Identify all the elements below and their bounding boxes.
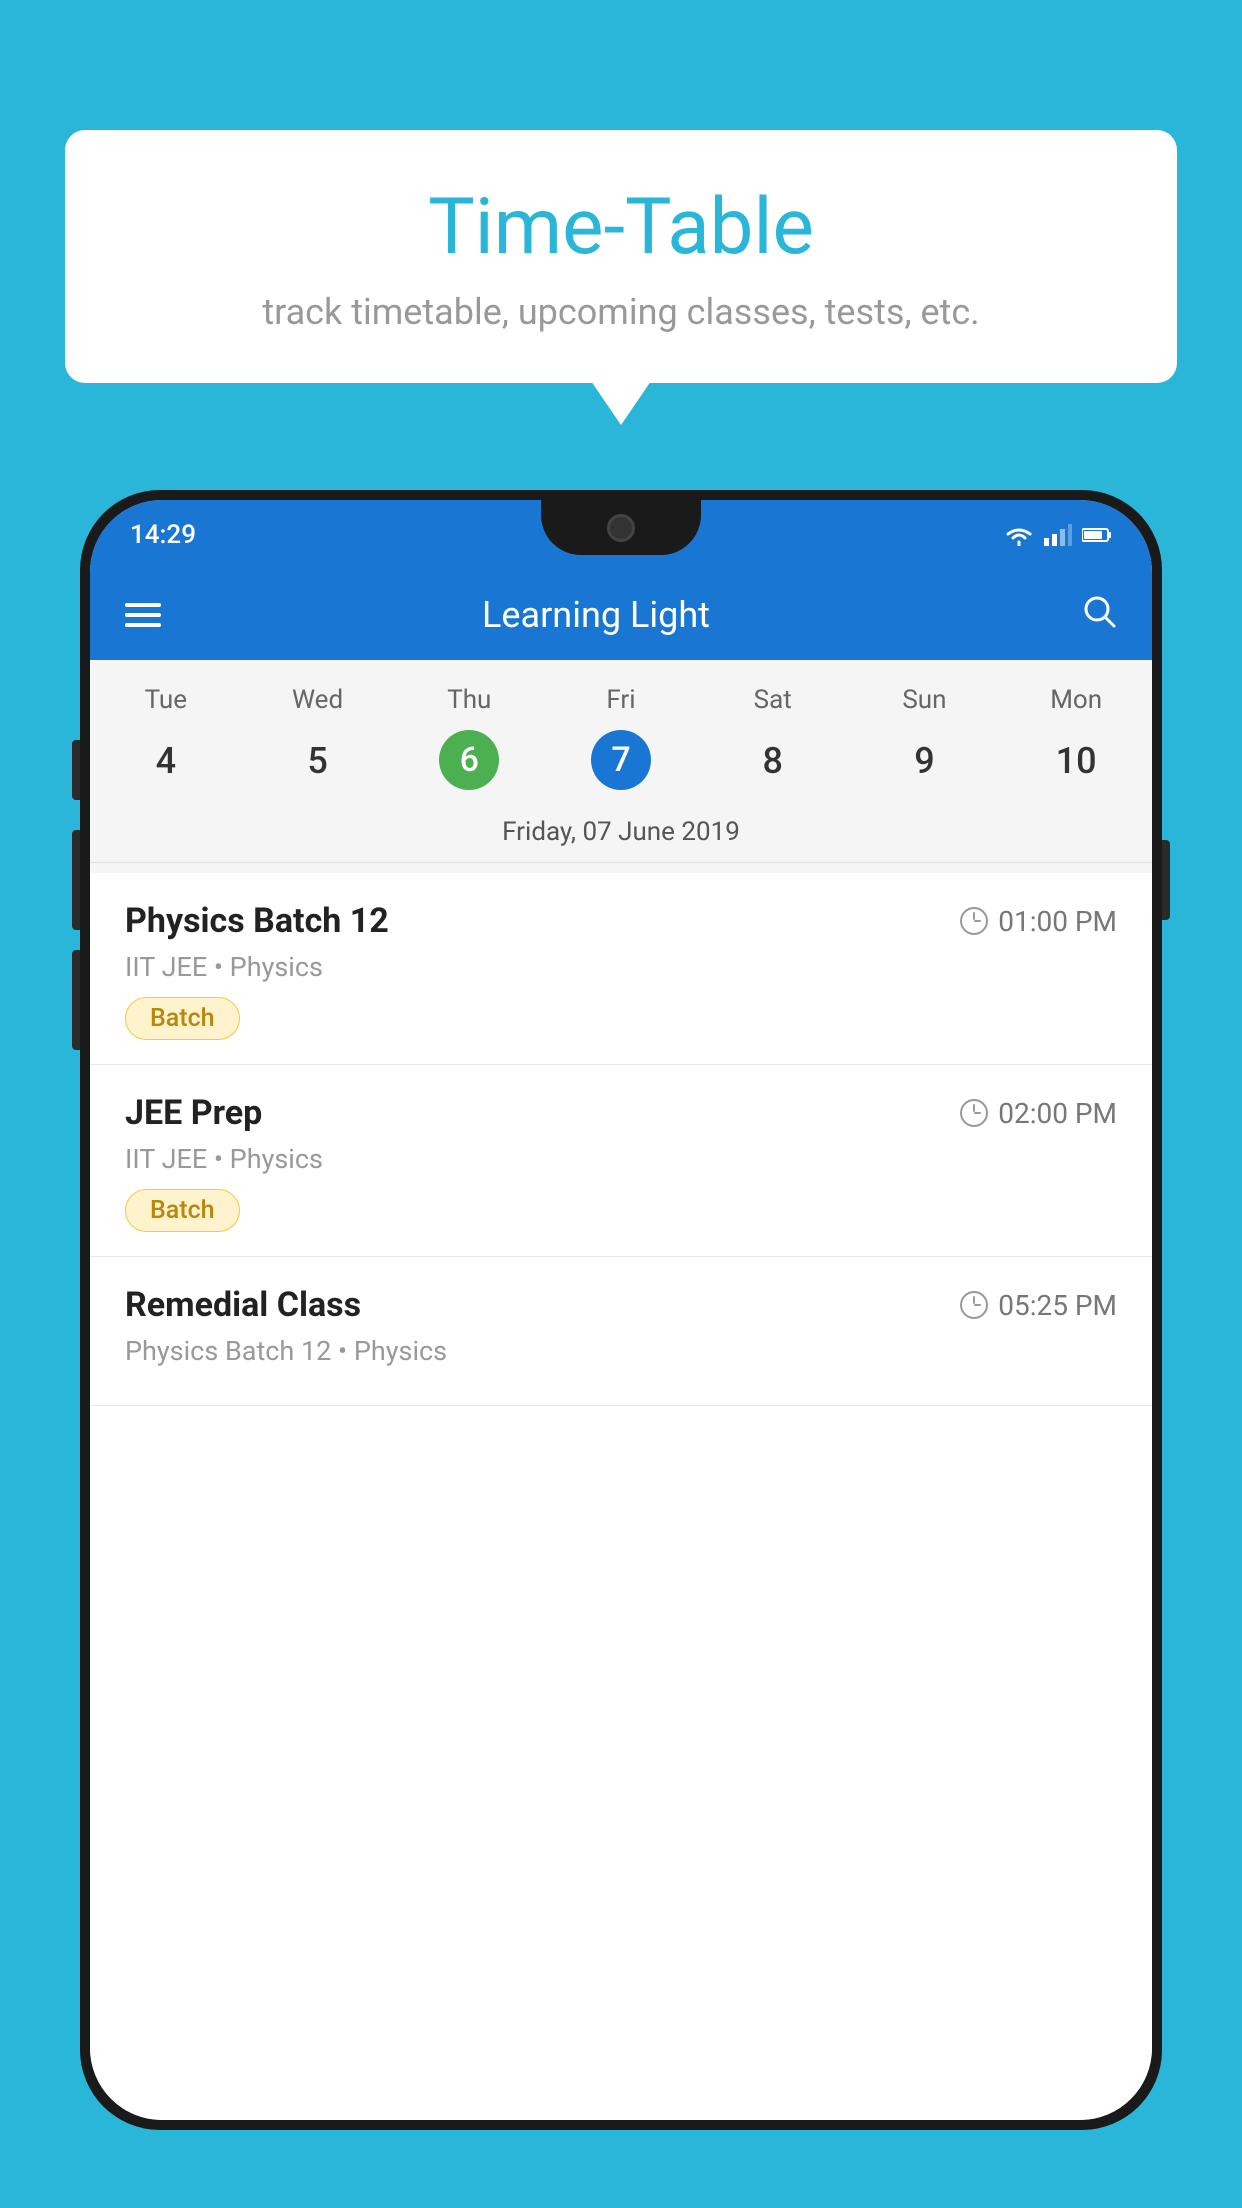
battery-icon — [1082, 527, 1112, 543]
phone-container: 14:29 — [80, 490, 1162, 2208]
app-toolbar: Learning Light — [90, 570, 1152, 660]
volume-button-right — [1162, 840, 1170, 920]
schedule-item-3-subtitle: Physics Batch 12 • Physics — [125, 1335, 1117, 1367]
schedule-item-1[interactable]: Physics Batch 12 01:00 PM IIT JEE • Phys… — [90, 873, 1152, 1065]
volume-up-button — [72, 830, 80, 930]
day-numbers: 4 5 6 7 8 9 10 — [90, 730, 1152, 792]
day-headers: Tue Wed Thu Fri Sat Sun Mon — [90, 680, 1152, 720]
schedule-list: Physics Batch 12 01:00 PM IIT JEE • Phys… — [90, 873, 1152, 2120]
status-bar: 14:29 — [90, 500, 1152, 570]
power-button — [72, 740, 80, 800]
day-6-today[interactable]: 6 — [439, 730, 499, 790]
speech-bubble: Time-Table track timetable, upcoming cla… — [65, 130, 1177, 383]
menu-button[interactable] — [125, 603, 161, 627]
wifi-icon — [1004, 524, 1034, 546]
day-header-sat: Sat — [697, 680, 849, 720]
phone-outer: 14:29 — [80, 490, 1162, 2130]
schedule-item-1-time: 01:00 PM — [960, 905, 1117, 938]
schedule-item-2-badge: Batch — [125, 1189, 240, 1232]
schedule-item-1-badge: Batch — [125, 997, 240, 1040]
bubble-subtitle: track timetable, upcoming classes, tests… — [105, 291, 1137, 333]
schedule-item-1-subtitle: IIT JEE • Physics — [125, 951, 1117, 983]
day-header-mon: Mon — [1000, 680, 1152, 720]
schedule-item-2-subtitle: IIT JEE • Physics — [125, 1143, 1117, 1175]
schedule-item-3-title: Remedial Class — [125, 1285, 361, 1325]
phone-screen: 14:29 — [90, 500, 1152, 2120]
calendar-strip: Tue Wed Thu Fri Sat Sun Mon 4 5 6 7 8 9 … — [90, 660, 1152, 873]
volume-down-button — [72, 950, 80, 1050]
day-4[interactable]: 4 — [90, 730, 242, 792]
schedule-item-3[interactable]: Remedial Class 05:25 PM Physics Batch 12… — [90, 1257, 1152, 1406]
schedule-item-3-time: 05:25 PM — [960, 1289, 1117, 1322]
day-5[interactable]: 5 — [242, 730, 394, 792]
schedule-item-1-header: Physics Batch 12 01:00 PM — [125, 901, 1117, 941]
status-icons — [1004, 524, 1112, 546]
selected-date-label: Friday, 07 June 2019 — [90, 807, 1152, 863]
front-camera — [607, 514, 635, 542]
schedule-item-2-header: JEE Prep 02:00 PM — [125, 1093, 1117, 1133]
day-header-tue: Tue — [90, 680, 242, 720]
signal-icon — [1044, 524, 1072, 546]
clock-icon-2 — [960, 1099, 988, 1127]
schedule-item-2-title: JEE Prep — [125, 1093, 262, 1133]
schedule-item-1-time-text: 01:00 PM — [998, 905, 1117, 938]
schedule-item-1-title: Physics Batch 12 — [125, 901, 389, 941]
day-header-fri: Fri — [545, 680, 697, 720]
day-9[interactable]: 9 — [849, 730, 1001, 792]
schedule-item-2-time-text: 02:00 PM — [998, 1097, 1117, 1130]
clock-icon-3 — [960, 1291, 988, 1319]
day-header-sun: Sun — [849, 680, 1001, 720]
day-10[interactable]: 10 — [1000, 730, 1152, 792]
day-8[interactable]: 8 — [697, 730, 849, 792]
notch — [541, 500, 701, 555]
clock-icon-1 — [960, 907, 988, 935]
schedule-item-2[interactable]: JEE Prep 02:00 PM IIT JEE • Physics Batc… — [90, 1065, 1152, 1257]
search-button[interactable] — [1081, 593, 1117, 638]
status-time: 14:29 — [130, 520, 196, 550]
speech-bubble-container: Time-Table track timetable, upcoming cla… — [65, 130, 1177, 383]
day-header-wed: Wed — [242, 680, 394, 720]
day-7-selected[interactable]: 7 — [591, 730, 651, 790]
schedule-item-3-time-text: 05:25 PM — [998, 1289, 1117, 1322]
schedule-item-3-header: Remedial Class 05:25 PM — [125, 1285, 1117, 1325]
schedule-item-2-time: 02:00 PM — [960, 1097, 1117, 1130]
bubble-title: Time-Table — [105, 185, 1137, 271]
day-header-thu: Thu — [393, 680, 545, 720]
app-title: Learning Light — [191, 594, 1001, 636]
